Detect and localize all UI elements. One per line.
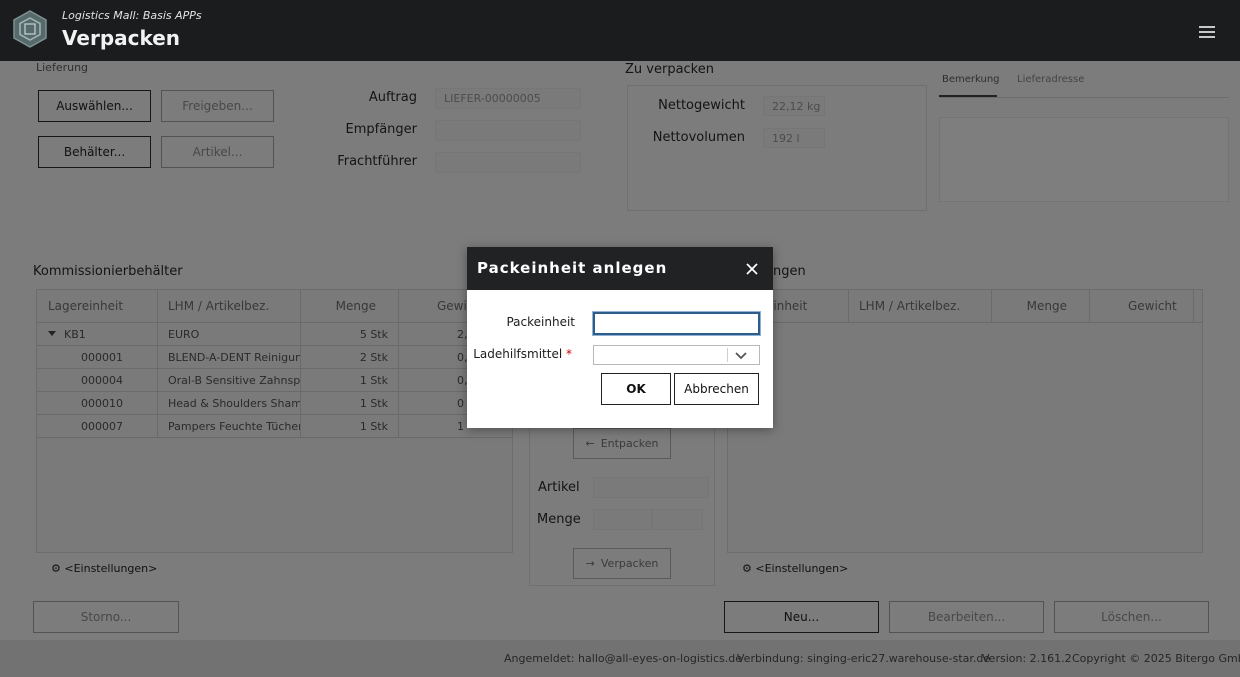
packages-table: einheit LHM / Artikelbez. Menge Gewicht <box>727 289 1203 553</box>
new-button[interactable]: Neu... <box>724 601 879 633</box>
edit-button[interactable]: Bearbeiten... <box>889 601 1044 633</box>
remark-textarea[interactable] <box>939 117 1229 202</box>
loading-aid-label: Ladehilfsmittel * <box>473 347 572 361</box>
connection-status: Verbindung: singing-eric27.warehouse-sta… <box>737 652 991 665</box>
quantity-label: Menge <box>537 512 581 527</box>
app-header: Logistics Mall: Basis APPs Verpacken <box>0 0 1240 61</box>
packages-settings-link[interactable]: ⚙ <Einstellungen> <box>742 562 848 575</box>
containers-button[interactable]: Behälter... <box>38 136 151 168</box>
order-field[interactable]: LIEFER-00000005 <box>435 88 581 109</box>
net-weight-value: 22,12 kg <box>763 96 825 116</box>
quantity-field[interactable] <box>593 509 652 530</box>
close-icon[interactable] <box>746 263 758 275</box>
table-row[interactable]: KB1 EURO 5 Stk 2, <box>37 323 512 346</box>
arrow-right-icon: → <box>585 557 595 570</box>
table-row[interactable]: 000001 BLEND-A-DENT Reinigungs 2 Stk 0, <box>37 346 512 369</box>
app-logo-icon <box>13 10 47 48</box>
cell-quantity: 1 Stk <box>301 369 399 392</box>
logged-in-status: Angemeldet: hallo@all-eyes-on-logistics.… <box>504 652 742 665</box>
settings-label: <Einstellungen> <box>64 562 158 575</box>
order-label: Auftrag <box>368 90 417 105</box>
tab-delivery-address[interactable]: Lieferadresse <box>1017 74 1084 85</box>
cancel-delivery-button[interactable]: Storno... <box>33 601 179 633</box>
cell-description: Head & Shoulders Shampoo <box>158 392 301 415</box>
settings-label: <Einstellungen> <box>755 562 849 575</box>
expand-caret-icon[interactable] <box>48 331 56 336</box>
net-volume-label: Nettovolumen <box>652 130 745 145</box>
release-button[interactable]: Freigeben... <box>161 90 274 122</box>
packages-title: ngen <box>773 264 806 279</box>
ok-button[interactable]: OK <box>601 373 671 405</box>
cell-quantity: 1 Stk <box>301 415 399 438</box>
cell-storage-unit: 000004 <box>37 369 158 392</box>
picking-table: Lagereinheit LHM / Artikelbez. Menge Gew… <box>36 289 513 553</box>
gear-icon: ⚙ <box>742 562 752 575</box>
chevron-down-icon <box>735 352 747 360</box>
tab-remark[interactable]: Bemerkung <box>942 74 1000 85</box>
copyright-info: Copyright © 2025 Bitergo GmbH <box>1072 652 1240 665</box>
cell-description: Pampers Feuchte Tücher Ba <box>158 415 301 438</box>
cell-quantity: 5 Stk <box>301 323 399 346</box>
cell-storage-unit: 000001 <box>37 346 158 369</box>
loading-aid-select[interactable] <box>593 345 760 365</box>
page-title: Verpacken <box>62 26 181 50</box>
picking-title: Kommissionierbehälter <box>33 264 183 279</box>
create-pack-unit-dialog: Packeinheit anlegen Packeinheit Ladehilf… <box>467 247 773 428</box>
dialog-title: Packeinheit anlegen <box>477 259 668 277</box>
table-row[interactable]: 000007Pampers Feuchte Tücher Ba1 Stk1 <box>37 415 512 438</box>
carrier-field[interactable] <box>435 152 581 173</box>
net-volume-value: 192 l <box>763 128 825 148</box>
col-storage-unit[interactable]: Lagereinheit <box>37 290 158 322</box>
net-weight-label: Nettogewicht <box>658 98 745 113</box>
select-button[interactable]: Auswählen... <box>38 90 151 122</box>
unpack-label: Entpacken <box>600 437 659 450</box>
article-label: Artikel <box>538 480 580 495</box>
recipient-field[interactable] <box>435 120 581 141</box>
col-pack-quantity[interactable]: Menge <box>992 290 1090 322</box>
app-subtitle: Logistics Mall: Basis APPs <box>62 9 202 22</box>
carrier-label: Frachtführer <box>337 154 417 169</box>
cell-quantity: 1 Stk <box>301 392 399 415</box>
cell-description: BLEND-A-DENT Reinigungs <box>158 346 301 369</box>
delete-button[interactable]: Löschen... <box>1054 601 1209 633</box>
delivery-section-label: Lieferung <box>36 61 89 74</box>
picking-settings-link[interactable]: ⚙ <Einstellungen> <box>51 562 157 575</box>
pack-unit-input[interactable] <box>592 311 761 336</box>
col-pack-description[interactable]: LHM / Artikelbez. <box>849 290 992 322</box>
arrow-left-icon: ← <box>585 437 595 450</box>
pack-button[interactable]: → Verpacken <box>573 548 671 579</box>
cell-description: EURO <box>158 323 301 346</box>
version-info: Version: 2.161.2 <box>982 652 1072 665</box>
table-row[interactable]: 000004Oral-B Sensitive Zahnspülun1 Stk0, <box>37 369 512 392</box>
dialog-header: Packeinheit anlegen <box>467 247 773 290</box>
to-pack-title: Zu verpacken <box>625 62 714 77</box>
tab-divider <box>939 97 1229 98</box>
col-quantity[interactable]: Menge <box>301 290 399 322</box>
hamburger-menu-icon[interactable] <box>1199 26 1215 40</box>
col-description[interactable]: LHM / Artikelbez. <box>158 290 301 322</box>
cell-description: Oral-B Sensitive Zahnspülun <box>158 369 301 392</box>
recipient-label: Empfänger <box>345 122 417 137</box>
pack-label: Verpacken <box>600 557 659 570</box>
article-button[interactable]: Artikel... <box>161 136 274 168</box>
cell-quantity: 2 Stk <box>301 346 399 369</box>
gear-icon: ⚙ <box>51 562 61 575</box>
unpack-button[interactable]: ← Entpacken <box>573 428 671 459</box>
required-marker: * <box>566 347 572 361</box>
dialog-cancel-button[interactable]: Abbrechen <box>674 373 759 405</box>
table-row[interactable]: 000010Head & Shoulders Shampoo1 Stk0 <box>37 392 512 415</box>
status-footer: Angemeldet: hallo@all-eyes-on-logistics.… <box>0 640 1240 677</box>
cell-storage-unit: 000010 <box>37 392 158 415</box>
article-field[interactable] <box>593 477 709 498</box>
pack-unit-label: Packeinheit <box>506 315 575 329</box>
unit-field[interactable] <box>652 509 703 530</box>
cell-storage-unit: 000007 <box>37 415 158 438</box>
col-pack-weight[interactable]: Gewicht <box>1090 290 1194 322</box>
